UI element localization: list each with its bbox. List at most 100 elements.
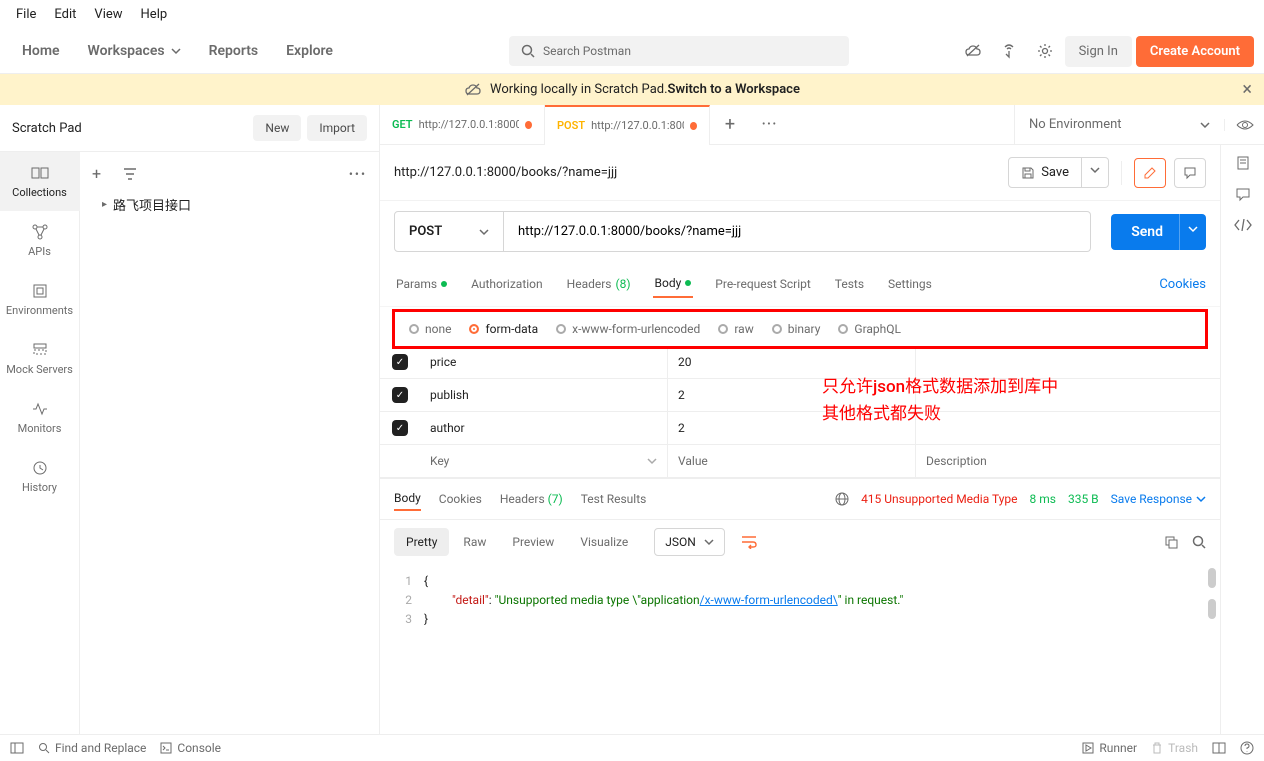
cell-key[interactable]: author xyxy=(420,412,668,444)
tab-prerequest[interactable]: Pre-request Script xyxy=(713,271,812,297)
more-icon[interactable]: ••• xyxy=(349,167,367,181)
format-select[interactable]: JSON xyxy=(654,528,725,556)
scrollbar[interactable] xyxy=(1208,599,1216,619)
response-tab-headers[interactable]: Headers (7) xyxy=(500,488,563,510)
import-button[interactable]: Import xyxy=(307,115,367,141)
help-icon[interactable] xyxy=(1240,741,1254,755)
environment-preview-icon[interactable] xyxy=(1224,119,1264,131)
sidebar-item-mock-servers[interactable]: Mock Servers xyxy=(0,329,80,388)
trash-button[interactable]: Trash xyxy=(1151,741,1198,755)
tab-tests[interactable]: Tests xyxy=(833,271,866,297)
sidebar-item-monitors[interactable]: Monitors xyxy=(0,388,80,447)
docs-icon[interactable] xyxy=(1235,155,1251,171)
search-response-icon[interactable] xyxy=(1192,535,1206,549)
row-checkbox[interactable]: ✓ xyxy=(392,420,408,436)
nav-explore[interactable]: Explore xyxy=(274,35,345,67)
cell-value[interactable]: 2 xyxy=(668,379,916,411)
nav-workspaces[interactable]: Workspaces xyxy=(76,35,193,67)
cell-key[interactable]: publish xyxy=(420,379,668,411)
console-button[interactable]: Console xyxy=(160,741,221,755)
method-select[interactable]: POST xyxy=(394,211,504,252)
tab-body[interactable]: Body xyxy=(653,270,694,298)
create-account-button[interactable]: Create Account xyxy=(1136,36,1254,67)
sidebar-item-apis[interactable]: APIs xyxy=(0,211,80,270)
cookies-link[interactable]: Cookies xyxy=(1159,277,1206,292)
sync-off-icon[interactable] xyxy=(957,35,989,67)
body-type-form-data[interactable]: form-data xyxy=(469,322,538,336)
comments-icon[interactable] xyxy=(1235,187,1251,203)
nav-reports[interactable]: Reports xyxy=(197,35,271,67)
header-value[interactable]: Value xyxy=(668,445,916,477)
sidebar-item-environments[interactable]: Environments xyxy=(0,270,80,329)
send-button[interactable]: Send xyxy=(1111,214,1183,250)
toggle-sidebar-icon[interactable] xyxy=(10,742,24,754)
response-tab-body[interactable]: Body xyxy=(394,487,421,511)
row-checkbox[interactable]: ✓ xyxy=(392,354,408,370)
menu-view[interactable]: View xyxy=(86,4,130,25)
save-button[interactable]: Save xyxy=(1008,157,1082,188)
tree-item[interactable]: ▸ 路飞项目接口 xyxy=(88,187,371,222)
url-input[interactable] xyxy=(504,211,1091,252)
satellite-icon[interactable] xyxy=(993,35,1025,67)
wrap-lines-icon[interactable] xyxy=(735,529,763,555)
filter-icon[interactable] xyxy=(123,168,137,180)
tab-overflow-button[interactable]: ••• xyxy=(750,119,790,130)
header-description[interactable]: Description xyxy=(916,454,1220,468)
body-type-x-www-form-urlencoded[interactable]: x-www-form-urlencoded xyxy=(556,322,700,336)
body-type-raw[interactable]: raw xyxy=(718,322,753,336)
edit-icon[interactable] xyxy=(1134,158,1166,188)
method-label: POST xyxy=(409,224,442,239)
tab-params[interactable]: Params xyxy=(394,271,449,297)
cell-key[interactable]: price xyxy=(420,346,668,378)
body-type-none[interactable]: none xyxy=(409,322,451,336)
menu-file[interactable]: File xyxy=(8,4,44,25)
add-icon[interactable]: + xyxy=(92,164,101,183)
view-visualize[interactable]: Visualize xyxy=(568,528,640,556)
view-pretty[interactable]: Pretty xyxy=(394,528,449,556)
view-preview[interactable]: Preview xyxy=(500,528,566,556)
scrollbar[interactable] xyxy=(1208,568,1216,588)
switch-workspace-link[interactable]: Switch to a Workspace xyxy=(668,82,800,97)
response-tab-tests[interactable]: Test Results xyxy=(581,488,647,510)
body-type-binary[interactable]: binary xyxy=(772,322,821,336)
save-dropdown[interactable] xyxy=(1082,157,1109,188)
search-input[interactable]: Search Postman xyxy=(509,36,849,66)
tab-authorization[interactable]: Authorization xyxy=(469,271,545,297)
code-icon[interactable] xyxy=(1234,219,1252,231)
sidebar-item-history[interactable]: History xyxy=(0,447,80,506)
body-type-graphql[interactable]: GraphQL xyxy=(838,322,901,336)
sign-in-button[interactable]: Sign In xyxy=(1065,36,1132,67)
globe-icon xyxy=(835,492,849,506)
environment-select[interactable]: No Environment xyxy=(1014,105,1224,145)
tab-url: http://127.0.0.1:8000/b xyxy=(419,118,519,131)
add-tab-button[interactable]: + xyxy=(710,114,750,135)
nav-home[interactable]: Home xyxy=(10,35,72,67)
chevron-down-icon xyxy=(704,537,714,547)
save-response-link[interactable]: Save Response xyxy=(1111,492,1206,506)
settings-icon[interactable] xyxy=(1029,35,1061,67)
two-pane-icon[interactable] xyxy=(1212,742,1226,754)
response-tab-cookies[interactable]: Cookies xyxy=(439,488,482,510)
response-body[interactable]: 1{ 2"detail": "Unsupported media type \"… xyxy=(380,564,1220,734)
cell-value[interactable]: 20 xyxy=(668,346,916,378)
tab-settings[interactable]: Settings xyxy=(886,271,934,297)
scratchpad-header: Scratch Pad New Import xyxy=(0,105,379,152)
new-button[interactable]: New xyxy=(253,115,301,141)
send-dropdown[interactable] xyxy=(1179,214,1206,250)
copy-icon[interactable] xyxy=(1164,535,1178,549)
header-key[interactable]: Key xyxy=(420,445,668,477)
find-replace-button[interactable]: Find and Replace xyxy=(38,741,146,755)
row-checkbox[interactable]: ✓ xyxy=(392,387,408,403)
runner-button[interactable]: Runner xyxy=(1082,741,1137,755)
request-tab[interactable]: POST http://127.0.0.1:8000/ xyxy=(545,105,710,145)
cell-value[interactable]: 2 xyxy=(668,412,916,444)
sidebar-item-collections[interactable]: Collections xyxy=(0,152,80,211)
tab-headers[interactable]: Headers (8) xyxy=(565,271,633,297)
menu-edit[interactable]: Edit xyxy=(46,4,84,25)
menu-help[interactable]: Help xyxy=(133,4,176,25)
line-number: 3 xyxy=(394,610,424,629)
comments-icon[interactable] xyxy=(1174,158,1206,188)
view-raw[interactable]: Raw xyxy=(451,528,498,556)
close-icon[interactable]: × xyxy=(1242,79,1252,100)
request-tab[interactable]: GET http://127.0.0.1:8000/b xyxy=(380,105,545,145)
